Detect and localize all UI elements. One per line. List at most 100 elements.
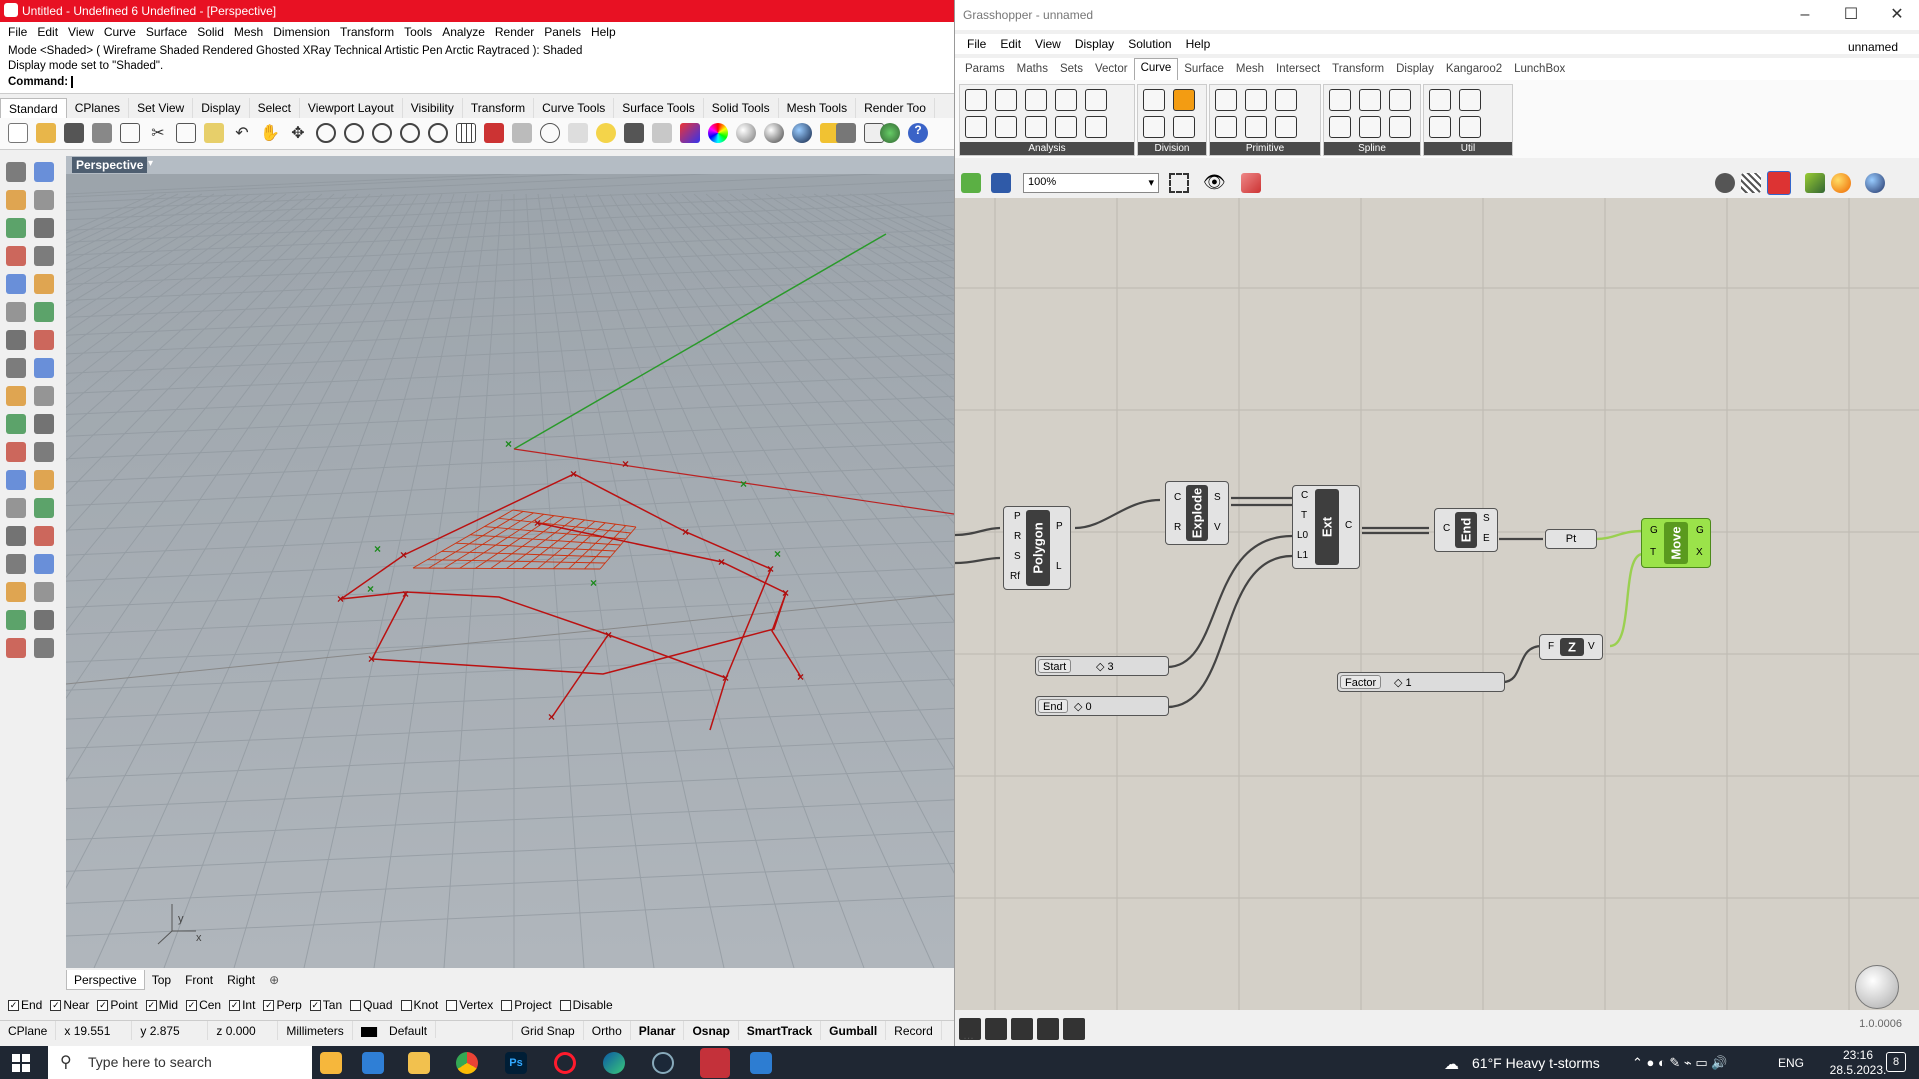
viewport-title[interactable]: Perspective	[72, 157, 148, 173]
edge-icon[interactable]	[603, 1052, 625, 1074]
osnap-disable[interactable]: Disable	[559, 996, 613, 1014]
grasshopper-icon[interactable]	[880, 123, 900, 143]
gh-menu-display[interactable]: Display	[1071, 34, 1124, 54]
shaded-sphere-icon[interactable]	[736, 123, 756, 143]
sidebar-tool-icon[interactable]	[34, 162, 54, 182]
weather-cloud-icon[interactable]: ☁	[1444, 1055, 1459, 1073]
gh-component-icon[interactable]	[1389, 89, 1411, 111]
sidebar-tool-icon[interactable]	[6, 274, 26, 294]
tab-mesh-tools[interactable]: Mesh Tools	[779, 98, 857, 118]
osnap-near[interactable]: ✓ Near	[50, 996, 89, 1014]
gh-tab-transform[interactable]: Transform	[1326, 58, 1390, 80]
status-gumball[interactable]: Gumball	[821, 1021, 887, 1040]
group-label[interactable]: Spline	[1324, 142, 1420, 155]
minimize-icon[interactable]: –	[1782, 0, 1828, 30]
gh-component-icon[interactable]	[1459, 116, 1481, 138]
sidebar-tool-icon[interactable]	[6, 414, 26, 434]
tab-surface-tools[interactable]: Surface Tools	[614, 98, 704, 118]
menu-solid[interactable]: Solid	[193, 22, 230, 42]
print-icon[interactable]	[92, 123, 112, 143]
tab-curve-tools[interactable]: Curve Tools	[534, 98, 615, 118]
gh-component-icon[interactable]	[1459, 89, 1481, 111]
rotate-view-icon[interactable]: ✥	[288, 123, 308, 143]
preview-settings-icon[interactable]	[1865, 173, 1885, 193]
checkbox[interactable]: ✓	[50, 999, 62, 1011]
gh-tab-lunchbox[interactable]: LunchBox	[1508, 58, 1571, 80]
gh-component-icon[interactable]	[1143, 89, 1165, 111]
close-icon[interactable]: ✕	[1874, 0, 1919, 30]
language-indicator[interactable]: ENG	[1778, 1056, 1804, 1070]
gh-component-icon[interactable]	[1025, 89, 1047, 111]
new-file-icon[interactable]	[8, 123, 28, 143]
menu-analyze[interactable]: Analyze	[438, 22, 491, 42]
checkbox[interactable]	[501, 999, 513, 1011]
sidebar-tool-icon[interactable]	[34, 442, 54, 462]
command-input[interactable]	[71, 75, 74, 88]
status-units[interactable]: Millimeters	[278, 1021, 353, 1040]
sidebar-tool-icon[interactable]	[6, 302, 26, 322]
menu-panels[interactable]: Panels	[540, 22, 587, 42]
gh-component-icon[interactable]	[1025, 116, 1047, 138]
cluster-icon[interactable]	[1011, 1018, 1033, 1040]
cplane-icon[interactable]	[540, 123, 560, 143]
osnap-perp[interactable]: ✓ Perp	[263, 996, 302, 1014]
undo-icon[interactable]: ↶	[232, 123, 252, 143]
status-grid-snap[interactable]: Grid Snap	[513, 1021, 584, 1040]
gh-menu-help[interactable]: Help	[1182, 34, 1221, 54]
osnap-mid[interactable]: ✓ Mid	[145, 996, 178, 1014]
preview-eye-icon[interactable]: 👁	[1203, 172, 1226, 193]
sidebar-tool-icon[interactable]	[6, 442, 26, 462]
status-layer-name[interactable]: Default	[381, 1021, 437, 1038]
rendered-sphere-icon[interactable]	[764, 123, 784, 143]
status-ortho[interactable]: Ortho	[584, 1021, 631, 1040]
tab-display[interactable]: Display	[193, 98, 250, 118]
group-label[interactable]: Division	[1138, 142, 1206, 155]
sidebar-tool-icon[interactable]	[34, 386, 54, 406]
sidebar-tool-icon[interactable]	[6, 610, 26, 630]
gh-component-icon[interactable]	[1429, 89, 1451, 111]
save-file-icon[interactable]	[991, 173, 1011, 193]
car-icon[interactable]	[484, 123, 504, 143]
node-end-points[interactable]: C End S E	[1434, 508, 1498, 552]
osnap-int[interactable]: ✓ Int	[229, 996, 255, 1014]
zoom-window-icon[interactable]	[344, 123, 364, 143]
gh-tab-sets[interactable]: Sets	[1054, 58, 1089, 80]
group-label[interactable]: Primitive	[1210, 142, 1320, 155]
preview-off-icon[interactable]	[1715, 173, 1735, 193]
clock-time[interactable]: 23:16	[1828, 1048, 1888, 1062]
sidebar-tool-icon[interactable]	[34, 358, 54, 378]
slider-start[interactable]: Start ◇ 3	[1035, 656, 1169, 676]
sidebar-tool-icon[interactable]	[6, 330, 26, 350]
gh-component-icon[interactable]	[1275, 89, 1297, 111]
gh-menu-file[interactable]: File	[963, 34, 996, 54]
sidebar-tool-icon[interactable]	[6, 638, 26, 658]
tab-standard[interactable]: Standard	[0, 98, 67, 118]
open-folder-icon[interactable]	[36, 123, 56, 143]
gh-component-icon[interactable]	[1329, 89, 1351, 111]
sidebar-tool-icon[interactable]	[34, 330, 54, 350]
sidebar-tool-icon[interactable]	[6, 386, 26, 406]
node-unit-z[interactable]: F Z V	[1539, 634, 1603, 660]
photoshop-icon[interactable]: Ps	[505, 1052, 527, 1074]
spiral-icon[interactable]	[1037, 1018, 1059, 1040]
gh-component-icon[interactable]	[1173, 116, 1195, 138]
gh-tab-display[interactable]: Display	[1390, 58, 1440, 80]
menu-transform[interactable]: Transform	[336, 22, 400, 42]
shaded-preview-icon[interactable]	[1767, 171, 1791, 195]
sidebar-tool-icon[interactable]	[34, 526, 54, 546]
vp-tab-perspective[interactable]: Perspective	[66, 970, 145, 990]
render-sphere-icon[interactable]	[792, 123, 812, 143]
gh-tab-intersect[interactable]: Intersect	[1270, 58, 1326, 80]
viewport-menu-arrow-icon[interactable]: ▾	[148, 158, 153, 169]
osnap-vertex[interactable]: Vertex	[446, 996, 493, 1014]
menu-dimension[interactable]: Dimension	[269, 22, 336, 42]
menu-tools[interactable]: Tools	[400, 22, 438, 42]
checkbox[interactable]	[446, 999, 458, 1011]
gh-component-icon[interactable]	[1055, 116, 1077, 138]
checkbox[interactable]	[400, 999, 412, 1011]
calculator-icon[interactable]	[1063, 1018, 1085, 1040]
gh-component-icon[interactable]	[1215, 116, 1237, 138]
selected-preview-icon[interactable]	[1805, 173, 1825, 193]
sidebar-tool-icon[interactable]	[6, 498, 26, 518]
zoom-icon[interactable]	[316, 123, 336, 143]
